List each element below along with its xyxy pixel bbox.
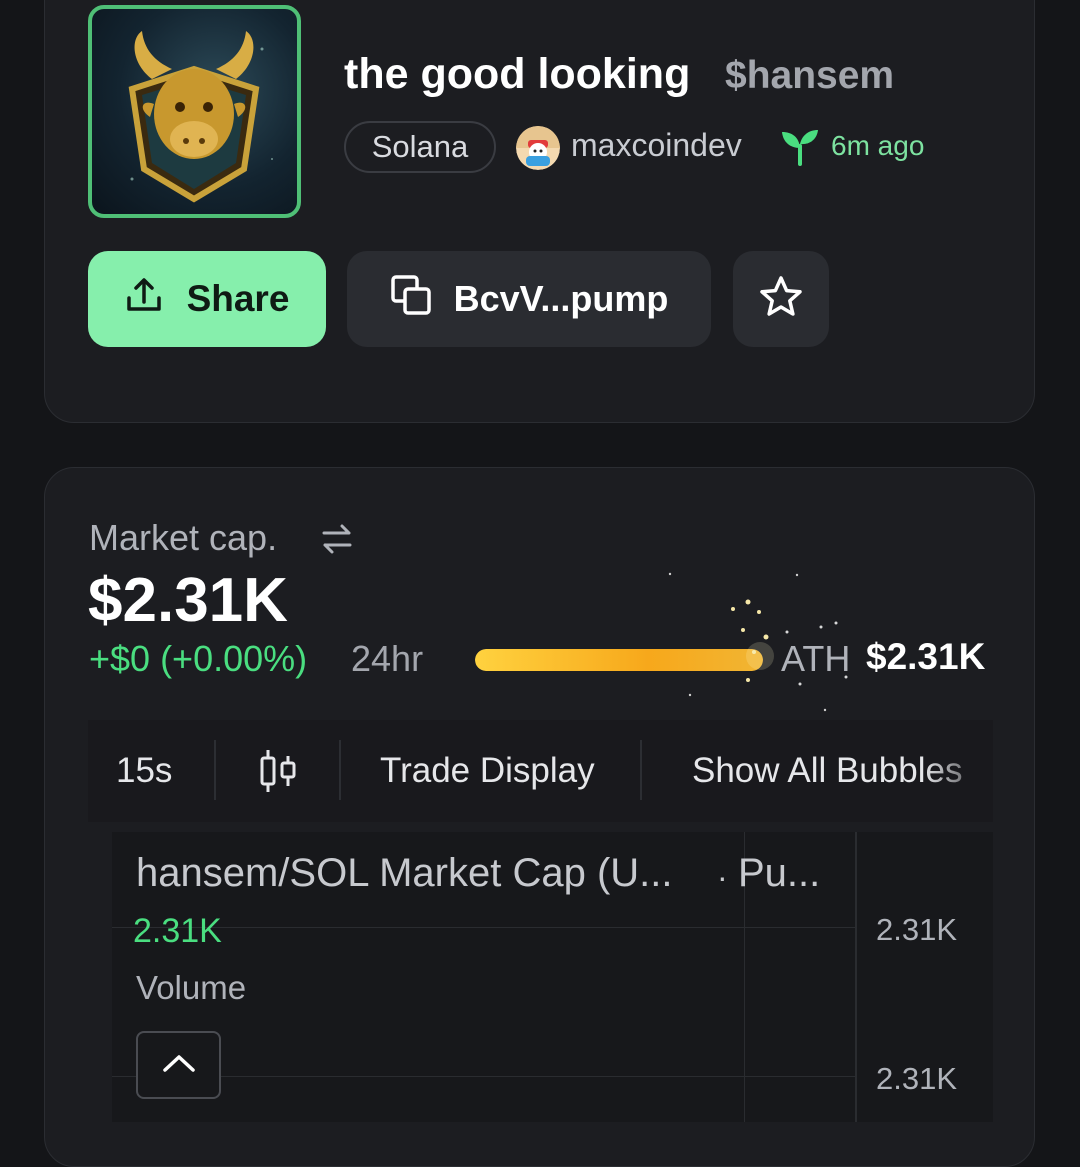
share-button[interactable]: Share bbox=[88, 251, 326, 347]
volume-label: Volume bbox=[136, 969, 247, 1006]
chart-last-value: 2.31K bbox=[133, 912, 222, 950]
star-icon bbox=[758, 274, 804, 325]
interval-selector[interactable]: 15s bbox=[116, 720, 172, 822]
swap-icon[interactable] bbox=[320, 522, 354, 556]
chart-title-separator: · bbox=[717, 859, 728, 895]
chart-pair-title: hansem/SOL Market Cap (U... bbox=[136, 851, 673, 895]
share-label: Share bbox=[186, 278, 290, 319]
share-icon bbox=[125, 276, 163, 323]
token-logo bbox=[88, 5, 301, 218]
token-name: the good looking bbox=[344, 50, 691, 98]
price-axis-divider bbox=[855, 832, 857, 1122]
change-period: 24hr bbox=[351, 638, 424, 679]
toolbar-divider bbox=[640, 740, 642, 800]
sprout-icon bbox=[780, 126, 820, 166]
chart-toolbar: 15s Trade Display Show All Bubbles bbox=[88, 720, 993, 822]
y-axis-tick: 2.31K bbox=[876, 912, 958, 947]
market-cap-value: $2.31K bbox=[88, 566, 288, 635]
ath-value: $2.31K bbox=[866, 636, 986, 677]
toolbar-divider bbox=[214, 740, 216, 800]
contract-address: BcvV...pump bbox=[453, 278, 669, 319]
favorite-button[interactable] bbox=[733, 251, 829, 347]
token-age: 6m ago bbox=[831, 130, 925, 161]
chart-source: Pu... bbox=[738, 851, 821, 895]
creator-avatar[interactable] bbox=[516, 126, 560, 170]
token-ticker: $hansem bbox=[725, 54, 895, 97]
chevron-up-icon bbox=[161, 1052, 197, 1079]
market-cap-change: +$0 (+0.00%) bbox=[89, 638, 308, 679]
show-bubbles-button[interactable]: Show All Bubbles bbox=[692, 720, 962, 822]
collapse-legend-button[interactable] bbox=[136, 1031, 221, 1099]
y-axis-tick: 2.31K bbox=[876, 1061, 958, 1096]
chain-badge[interactable]: Solana bbox=[344, 121, 496, 173]
toolbar-divider bbox=[339, 740, 341, 800]
copy-address-button[interactable]: BcvV...pump bbox=[347, 251, 711, 347]
trade-display-button[interactable]: Trade Display bbox=[380, 720, 595, 822]
ath-label: ATH bbox=[781, 638, 851, 679]
market-cap-label: Market cap. bbox=[89, 517, 278, 558]
candlestick-icon[interactable] bbox=[258, 720, 300, 822]
creator-name[interactable]: maxcoindev bbox=[571, 127, 742, 164]
copy-icon bbox=[390, 274, 432, 325]
